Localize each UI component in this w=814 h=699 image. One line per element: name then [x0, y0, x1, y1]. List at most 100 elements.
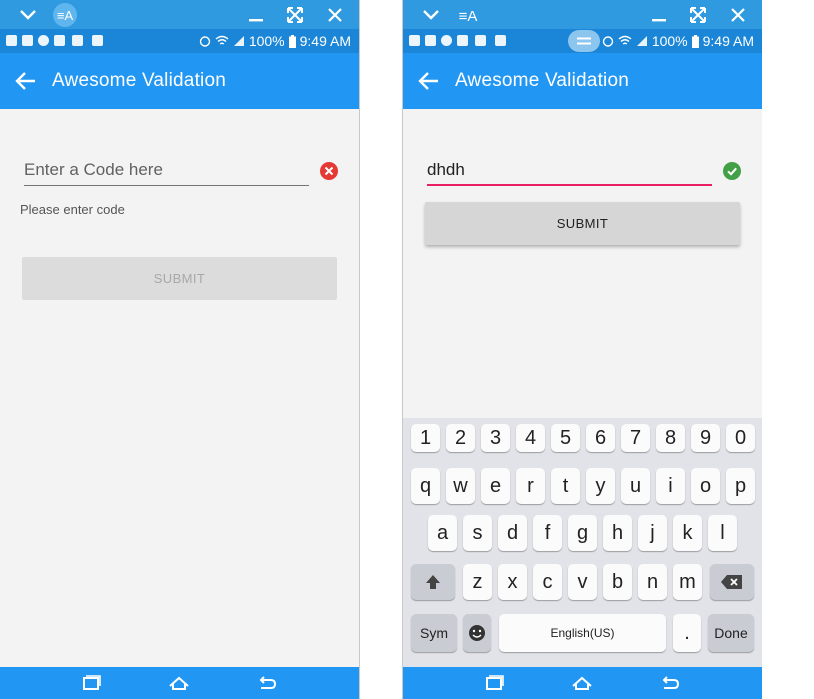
space-key[interactable]: English(US) [499, 614, 666, 652]
close-icon[interactable] [325, 0, 345, 29]
key-z[interactable]: z [463, 564, 492, 600]
key-3[interactable]: 3 [481, 424, 510, 452]
home-icon[interactable] [571, 672, 593, 694]
shift-arrow-icon [426, 575, 440, 589]
mirror-window-bar: ≡A [403, 0, 762, 29]
screen-mirror-app-icon[interactable]: ≡A [455, 0, 481, 29]
code-input[interactable] [427, 156, 712, 184]
key-y[interactable]: y [586, 468, 615, 504]
key-h[interactable]: h [603, 515, 632, 551]
svg-text:≡A: ≡A [57, 8, 74, 23]
key-9[interactable]: 9 [691, 424, 720, 452]
battery-percent: 100% [248, 33, 285, 49]
key-g[interactable]: g [568, 515, 597, 551]
fullscreen-icon[interactable] [688, 0, 708, 29]
key-e[interactable]: e [481, 468, 510, 504]
key-c[interactable]: c [533, 564, 562, 600]
translate-notification-icon [495, 35, 506, 46]
mirror-window-bar: ≡A [0, 0, 359, 29]
alarm-icon [602, 36, 614, 47]
youtube-notification-icon [22, 35, 33, 46]
key-5[interactable]: 5 [551, 424, 580, 452]
key-s[interactable]: s [463, 515, 492, 551]
fullscreen-icon[interactable] [285, 0, 305, 29]
key-p[interactable]: p [726, 468, 755, 504]
back-nav-icon[interactable] [659, 672, 681, 694]
wifi-icon [618, 35, 632, 45]
app-toolbar: Awesome Validation [0, 53, 359, 109]
backspace-key[interactable] [710, 564, 754, 600]
check-icon [723, 162, 741, 180]
screen-mirror-app-icon[interactable]: ≡A [52, 0, 78, 29]
sym-key[interactable]: Sym [411, 614, 457, 652]
key-v[interactable]: v [568, 564, 597, 600]
key-i[interactable]: i [656, 468, 685, 504]
key-k[interactable]: k [673, 515, 702, 551]
minimize-icon[interactable] [246, 0, 266, 29]
drag-handle-icon[interactable] [568, 30, 600, 52]
svg-text:≡A: ≡A [459, 8, 478, 25]
close-icon[interactable] [728, 0, 748, 29]
recent-apps-icon[interactable] [483, 672, 505, 694]
signal-icon [233, 36, 244, 46]
mail-notification-icon [457, 35, 468, 46]
code-input[interactable] [24, 156, 309, 184]
home-icon[interactable] [168, 672, 190, 694]
back-nav-icon[interactable] [256, 672, 278, 694]
input-underline-focused [427, 184, 712, 186]
emoji-icon [469, 625, 485, 641]
key-u[interactable]: u [621, 468, 650, 504]
key-j[interactable]: j [638, 515, 667, 551]
code-input-field[interactable] [24, 156, 309, 186]
shift-key[interactable] [411, 564, 455, 600]
period-key[interactable]: . [673, 614, 701, 652]
facebook-notification-icon [409, 35, 420, 46]
key-0[interactable]: 0 [726, 424, 755, 452]
back-arrow-icon[interactable] [12, 67, 40, 95]
input-underline [24, 185, 309, 186]
error-message: Please enter code [20, 202, 125, 217]
key-q[interactable]: q [411, 468, 440, 504]
mail-notification-icon [54, 35, 65, 46]
key-8[interactable]: 8 [656, 424, 685, 452]
page-title: Awesome Validation [52, 70, 226, 91]
key-6[interactable]: 6 [586, 424, 615, 452]
key-a[interactable]: a [428, 515, 457, 551]
key-d[interactable]: d [498, 515, 527, 551]
sync-notification-icon [441, 35, 452, 46]
submit-button[interactable]: SUBMIT [22, 257, 337, 300]
back-arrow-icon[interactable] [415, 67, 443, 95]
app-notification-icon [475, 35, 486, 46]
done-key[interactable]: Done [708, 614, 754, 652]
battery-icon [691, 34, 699, 48]
key-x[interactable]: x [498, 564, 527, 600]
key-r[interactable]: r [516, 468, 545, 504]
wifi-icon [215, 35, 229, 45]
signal-icon [636, 36, 647, 46]
key-o[interactable]: o [691, 468, 720, 504]
key-1[interactable]: 1 [411, 424, 440, 452]
key-l[interactable]: l [708, 515, 737, 551]
navigation-bar [403, 667, 762, 699]
clock-time: 9:49 AM [299, 33, 351, 49]
recent-apps-icon[interactable] [80, 672, 102, 694]
key-4[interactable]: 4 [516, 424, 545, 452]
chevron-down-icon[interactable] [16, 0, 40, 29]
code-input-field[interactable] [427, 156, 712, 186]
backspace-icon [721, 575, 742, 589]
chevron-down-icon[interactable] [419, 0, 443, 29]
key-2[interactable]: 2 [446, 424, 475, 452]
phone-screen-left: ≡A 100% 9:49 AM Awesome Validation Enter… [0, 0, 360, 699]
key-b[interactable]: b [603, 564, 632, 600]
minimize-icon[interactable] [649, 0, 669, 29]
key-t[interactable]: t [551, 468, 580, 504]
key-7[interactable]: 7 [621, 424, 650, 452]
emoji-key[interactable] [463, 614, 491, 652]
key-w[interactable]: w [446, 468, 475, 504]
facebook-notification-icon [6, 35, 17, 46]
phone-screen-right: ≡A 100% 9:49 AM Awesome Validation dhdh … [402, 0, 762, 699]
key-f[interactable]: f [533, 515, 562, 551]
key-m[interactable]: m [673, 564, 702, 600]
key-n[interactable]: n [638, 564, 667, 600]
submit-button[interactable]: SUBMIT [425, 202, 740, 245]
